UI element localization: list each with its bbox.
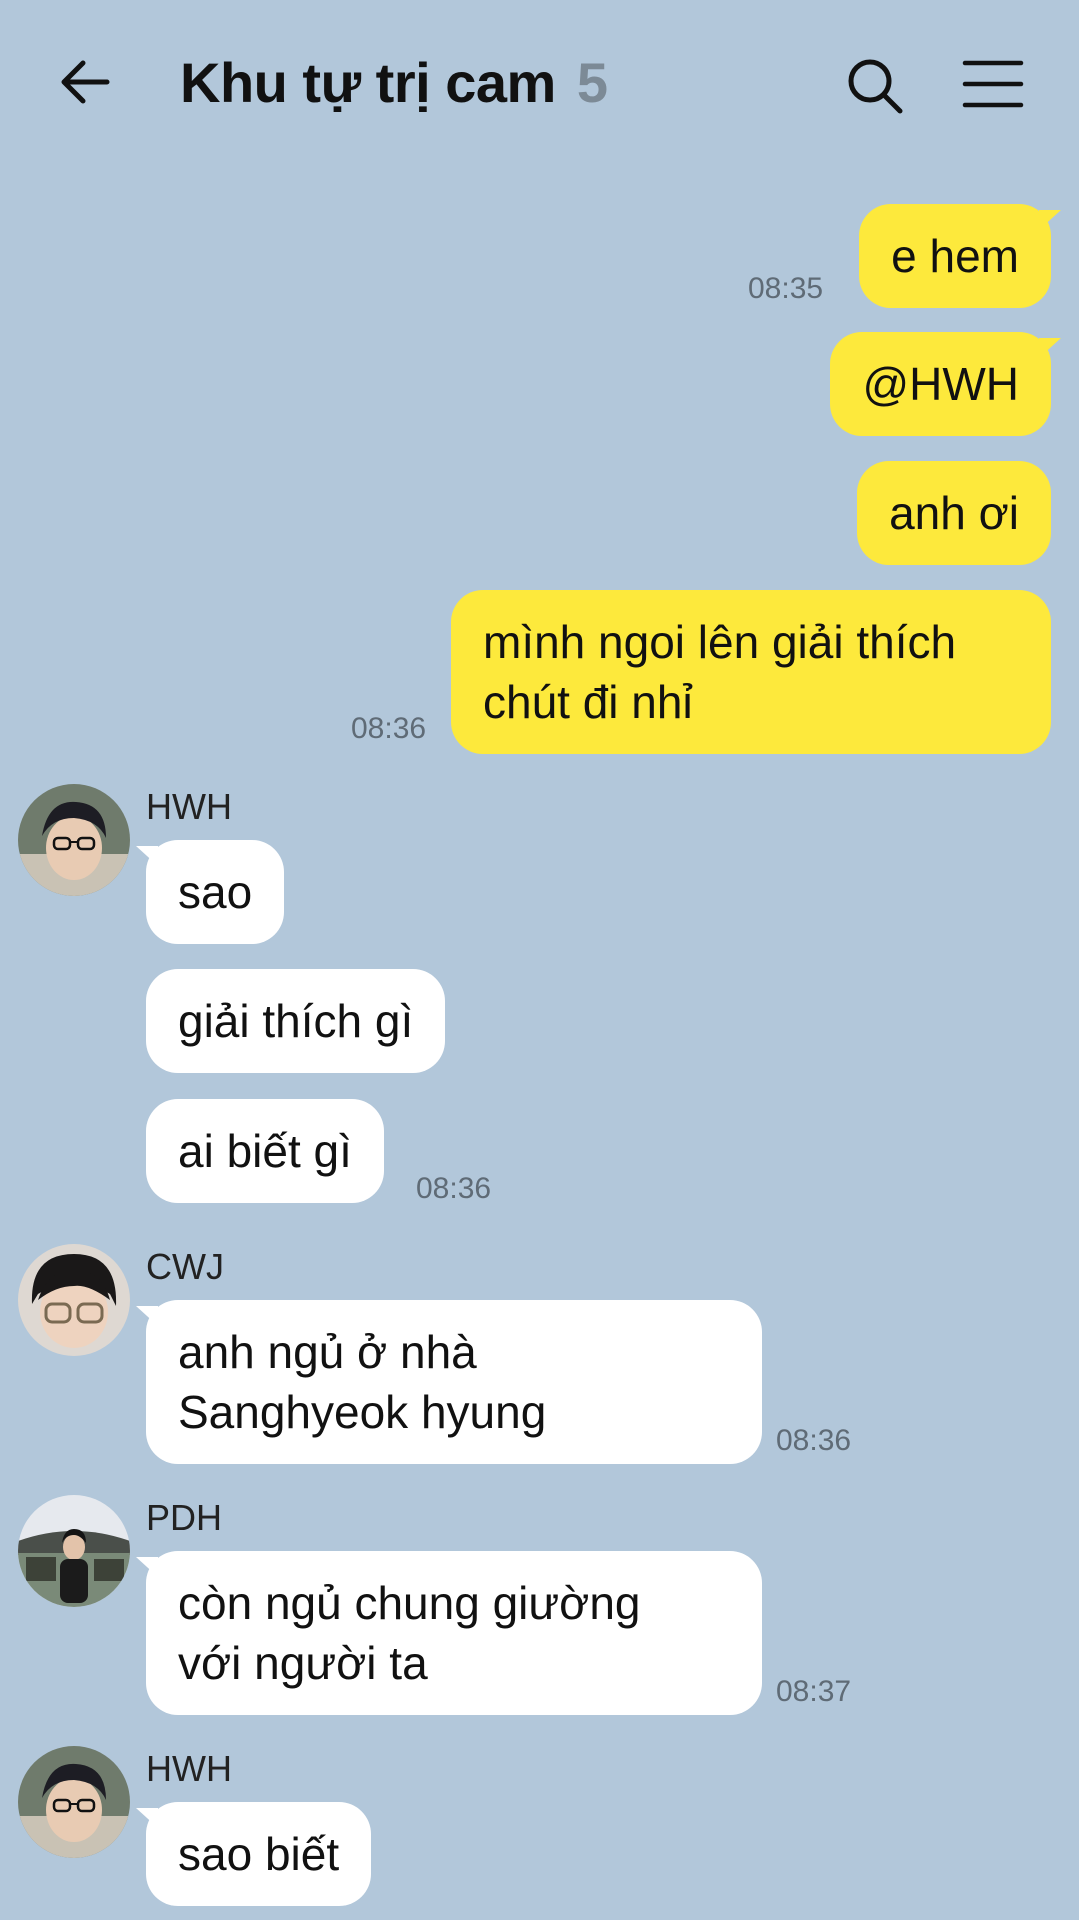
chat-name: Khu tự trị cam xyxy=(180,51,556,114)
message-text: sao xyxy=(178,866,253,918)
profile-photo-icon xyxy=(18,1244,130,1356)
my-message-bubble[interactable]: anh ơi xyxy=(857,461,1051,565)
sender-name: HWH xyxy=(146,786,232,827)
avatar-cwj[interactable] xyxy=(18,1244,130,1356)
menu-button[interactable] xyxy=(962,58,1024,110)
message-text: giải thích gì xyxy=(178,995,414,1047)
profile-photo-icon xyxy=(18,784,130,896)
avatar-hwh[interactable] xyxy=(18,784,130,896)
message-text-line: anh ngủ ở nhà xyxy=(178,1326,477,1378)
their-message-bubble[interactable]: giải thích gì xyxy=(146,969,446,1073)
arrow-left-icon xyxy=(61,60,110,104)
member-count: 5 xyxy=(576,51,608,114)
message-text-line: chút đi nhỉ xyxy=(483,676,693,728)
message-text: ai biết gì xyxy=(178,1125,352,1177)
message-time: 08:36 xyxy=(776,1424,852,1457)
message-text-line: Sanghyeok hyung xyxy=(178,1386,547,1438)
message-text: e hem xyxy=(891,230,1019,282)
menu-icon xyxy=(962,60,1024,108)
message-text-line: với người ta xyxy=(178,1637,428,1689)
message-text: sao biết xyxy=(178,1828,340,1880)
message-text-line: mình ngoi lên giải thích xyxy=(483,616,957,668)
message-text: anh ơi xyxy=(889,487,1019,539)
avatar-pdh[interactable] xyxy=(18,1495,130,1607)
my-message-bubble[interactable]: e hem xyxy=(859,204,1061,308)
their-message-bubble[interactable]: sao xyxy=(135,840,285,944)
profile-photo-icon xyxy=(18,1746,130,1858)
avatar-hwh[interactable] xyxy=(18,1746,130,1858)
message-time: 08:36 xyxy=(351,712,427,745)
their-message-bubble[interactable]: anh ngủ ở nhà Sanghyeok hyung xyxy=(136,1300,762,1464)
my-message-bubble[interactable]: @HWH xyxy=(830,332,1061,436)
chat-header: Khu tự trị cam 5 xyxy=(0,0,1079,175)
my-message-bubble[interactable]: mình ngoi lên giải thích chút đi nhỉ xyxy=(451,590,1051,754)
sender-name: HWH xyxy=(146,1748,232,1789)
sender-name: CWJ xyxy=(146,1246,224,1287)
profile-photo-icon xyxy=(18,1495,130,1607)
their-message-bubble[interactable]: sao biết xyxy=(135,1802,372,1906)
their-message-bubble[interactable]: ai biết gì xyxy=(146,1099,384,1203)
message-text-line: còn ngủ chung giường xyxy=(178,1577,641,1629)
sender-name: PDH xyxy=(146,1497,223,1538)
message-time: 08:37 xyxy=(776,1675,852,1708)
search-icon xyxy=(848,59,903,114)
message-time: 08:35 xyxy=(748,272,824,305)
chat-title: Khu tự trị cam 5 xyxy=(180,50,608,115)
search-button[interactable] xyxy=(845,56,905,116)
their-message-bubble[interactable]: còn ngủ chung giường với người ta xyxy=(136,1551,762,1715)
message-time: 08:36 xyxy=(416,1172,492,1205)
back-button[interactable] xyxy=(55,52,115,112)
message-text: @HWH xyxy=(862,358,1019,410)
